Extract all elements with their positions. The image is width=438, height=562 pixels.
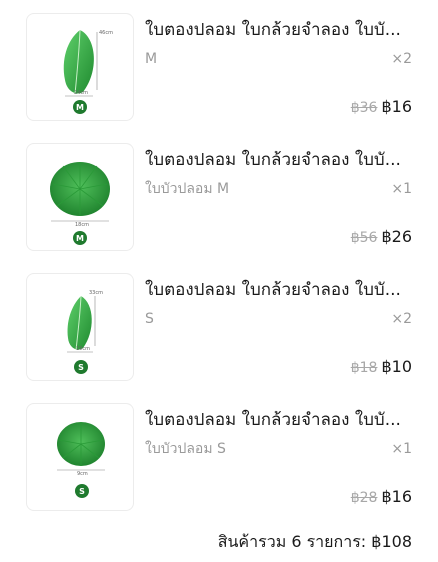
product-variant: S [145, 311, 154, 327]
sale-price: ฿16 [381, 487, 412, 506]
product-thumbnail[interactable]: 33cm 19cm S [26, 273, 134, 381]
sale-price: ฿10 [381, 357, 412, 376]
product-quantity: ×2 [391, 51, 412, 67]
width-label: 24cm [74, 90, 88, 96]
product-title[interactable]: ใบตองปลอม ใบกล้วยจำลอง ใบบั... [145, 17, 415, 43]
product-quantity: ×2 [391, 311, 412, 327]
price-row: ฿36 ฿16 [351, 97, 412, 121]
height-label: 46cm [99, 30, 113, 36]
original-price: ฿18 [350, 360, 378, 376]
product-thumbnail[interactable]: 46cm 24cm M [26, 13, 134, 121]
price-row: ฿18 ฿10 [351, 357, 412, 381]
original-price: ฿56 [350, 230, 378, 246]
sale-price: ฿16 [381, 97, 412, 116]
product-title[interactable]: ใบตองปลอม ใบกล้วยจำลอง ใบบั... [145, 277, 415, 303]
order-item[interactable]: 33cm 19cm S ใบตองปลอม ใบกล้วยจำลอง ใบบั.… [0, 273, 438, 403]
width-label: 19cm [76, 346, 90, 352]
product-quantity: ×1 [391, 441, 412, 457]
order-total-summary: สินค้ารวม 6 รายการ: ฿108 [217, 532, 412, 551]
size-badge-label: M [76, 234, 84, 243]
product-quantity: ×1 [391, 181, 412, 197]
product-title[interactable]: ใบตองปลอม ใบกล้วยจำลอง ใบบั... [145, 407, 415, 433]
price-row: ฿28 ฿16 [351, 487, 412, 511]
sale-price: ฿26 [381, 227, 412, 246]
product-variant: ใบบัวปลอม S [145, 441, 226, 457]
width-label: 18cm [75, 222, 89, 228]
size-badge-label: S [78, 363, 84, 372]
product-variant: M [145, 51, 158, 67]
product-title[interactable]: ใบตองปลอม ใบกล้วยจำลอง ใบบั... [145, 147, 415, 173]
original-price: ฿36 [350, 100, 378, 116]
height-label: 33cm [89, 290, 103, 296]
size-badge-label: S [79, 487, 85, 496]
product-variant: ใบบัวปลอม M [145, 181, 230, 197]
size-badge-label: M [76, 103, 84, 112]
order-item[interactable]: 18cm M ใบตองปลอม ใบกล้วยจำลอง ใบบั... ใบ… [0, 143, 438, 273]
price-row: ฿56 ฿26 [351, 227, 412, 251]
banana-leaf-image: 46cm 24cm M [63, 29, 113, 114]
order-item[interactable]: 46cm 24cm M ใบตองปลอม ใบกล้วยจำลอง ใบบั.… [0, 13, 438, 143]
width-label: 9cm [77, 471, 88, 477]
banana-leaf-image: 33cm 19cm S [67, 290, 103, 374]
original-price: ฿28 [350, 490, 378, 506]
lotus-leaf-image: 18cm M [50, 162, 110, 245]
product-thumbnail[interactable]: 9cm S [26, 403, 134, 511]
lotus-leaf-image: 9cm S [57, 422, 105, 498]
product-thumbnail[interactable]: 18cm M [26, 143, 134, 251]
order-item[interactable]: 9cm S ใบตองปลอม ใบกล้วยจำลอง ใบบั... ใบบ… [0, 403, 438, 533]
